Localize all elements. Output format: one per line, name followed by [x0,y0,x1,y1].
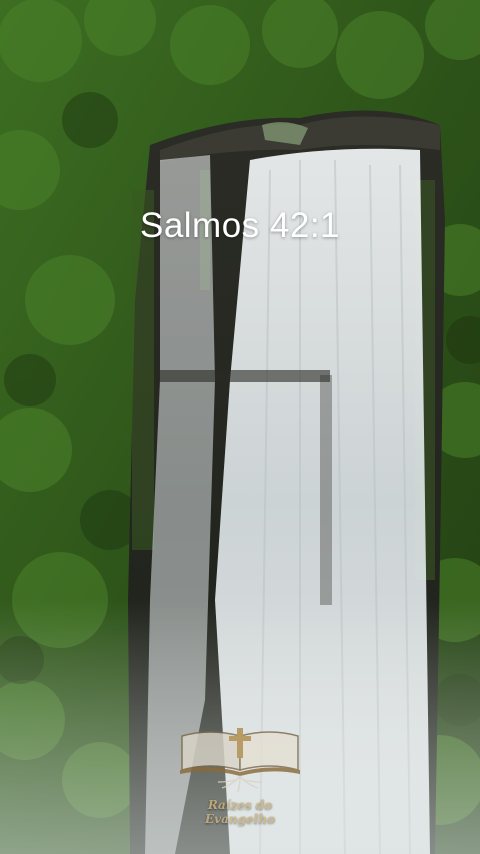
logo-text: Raízes do Evangelho [205,798,275,826]
wallpaper-screen: Salmos 42:1 Raízes do Evangelho [0,0,480,854]
brand-logo: Raízes do Evangelho [174,722,306,826]
bible-cross-roots-icon [180,728,300,793]
verse-reference: Salmos 42:1 [139,206,341,245]
